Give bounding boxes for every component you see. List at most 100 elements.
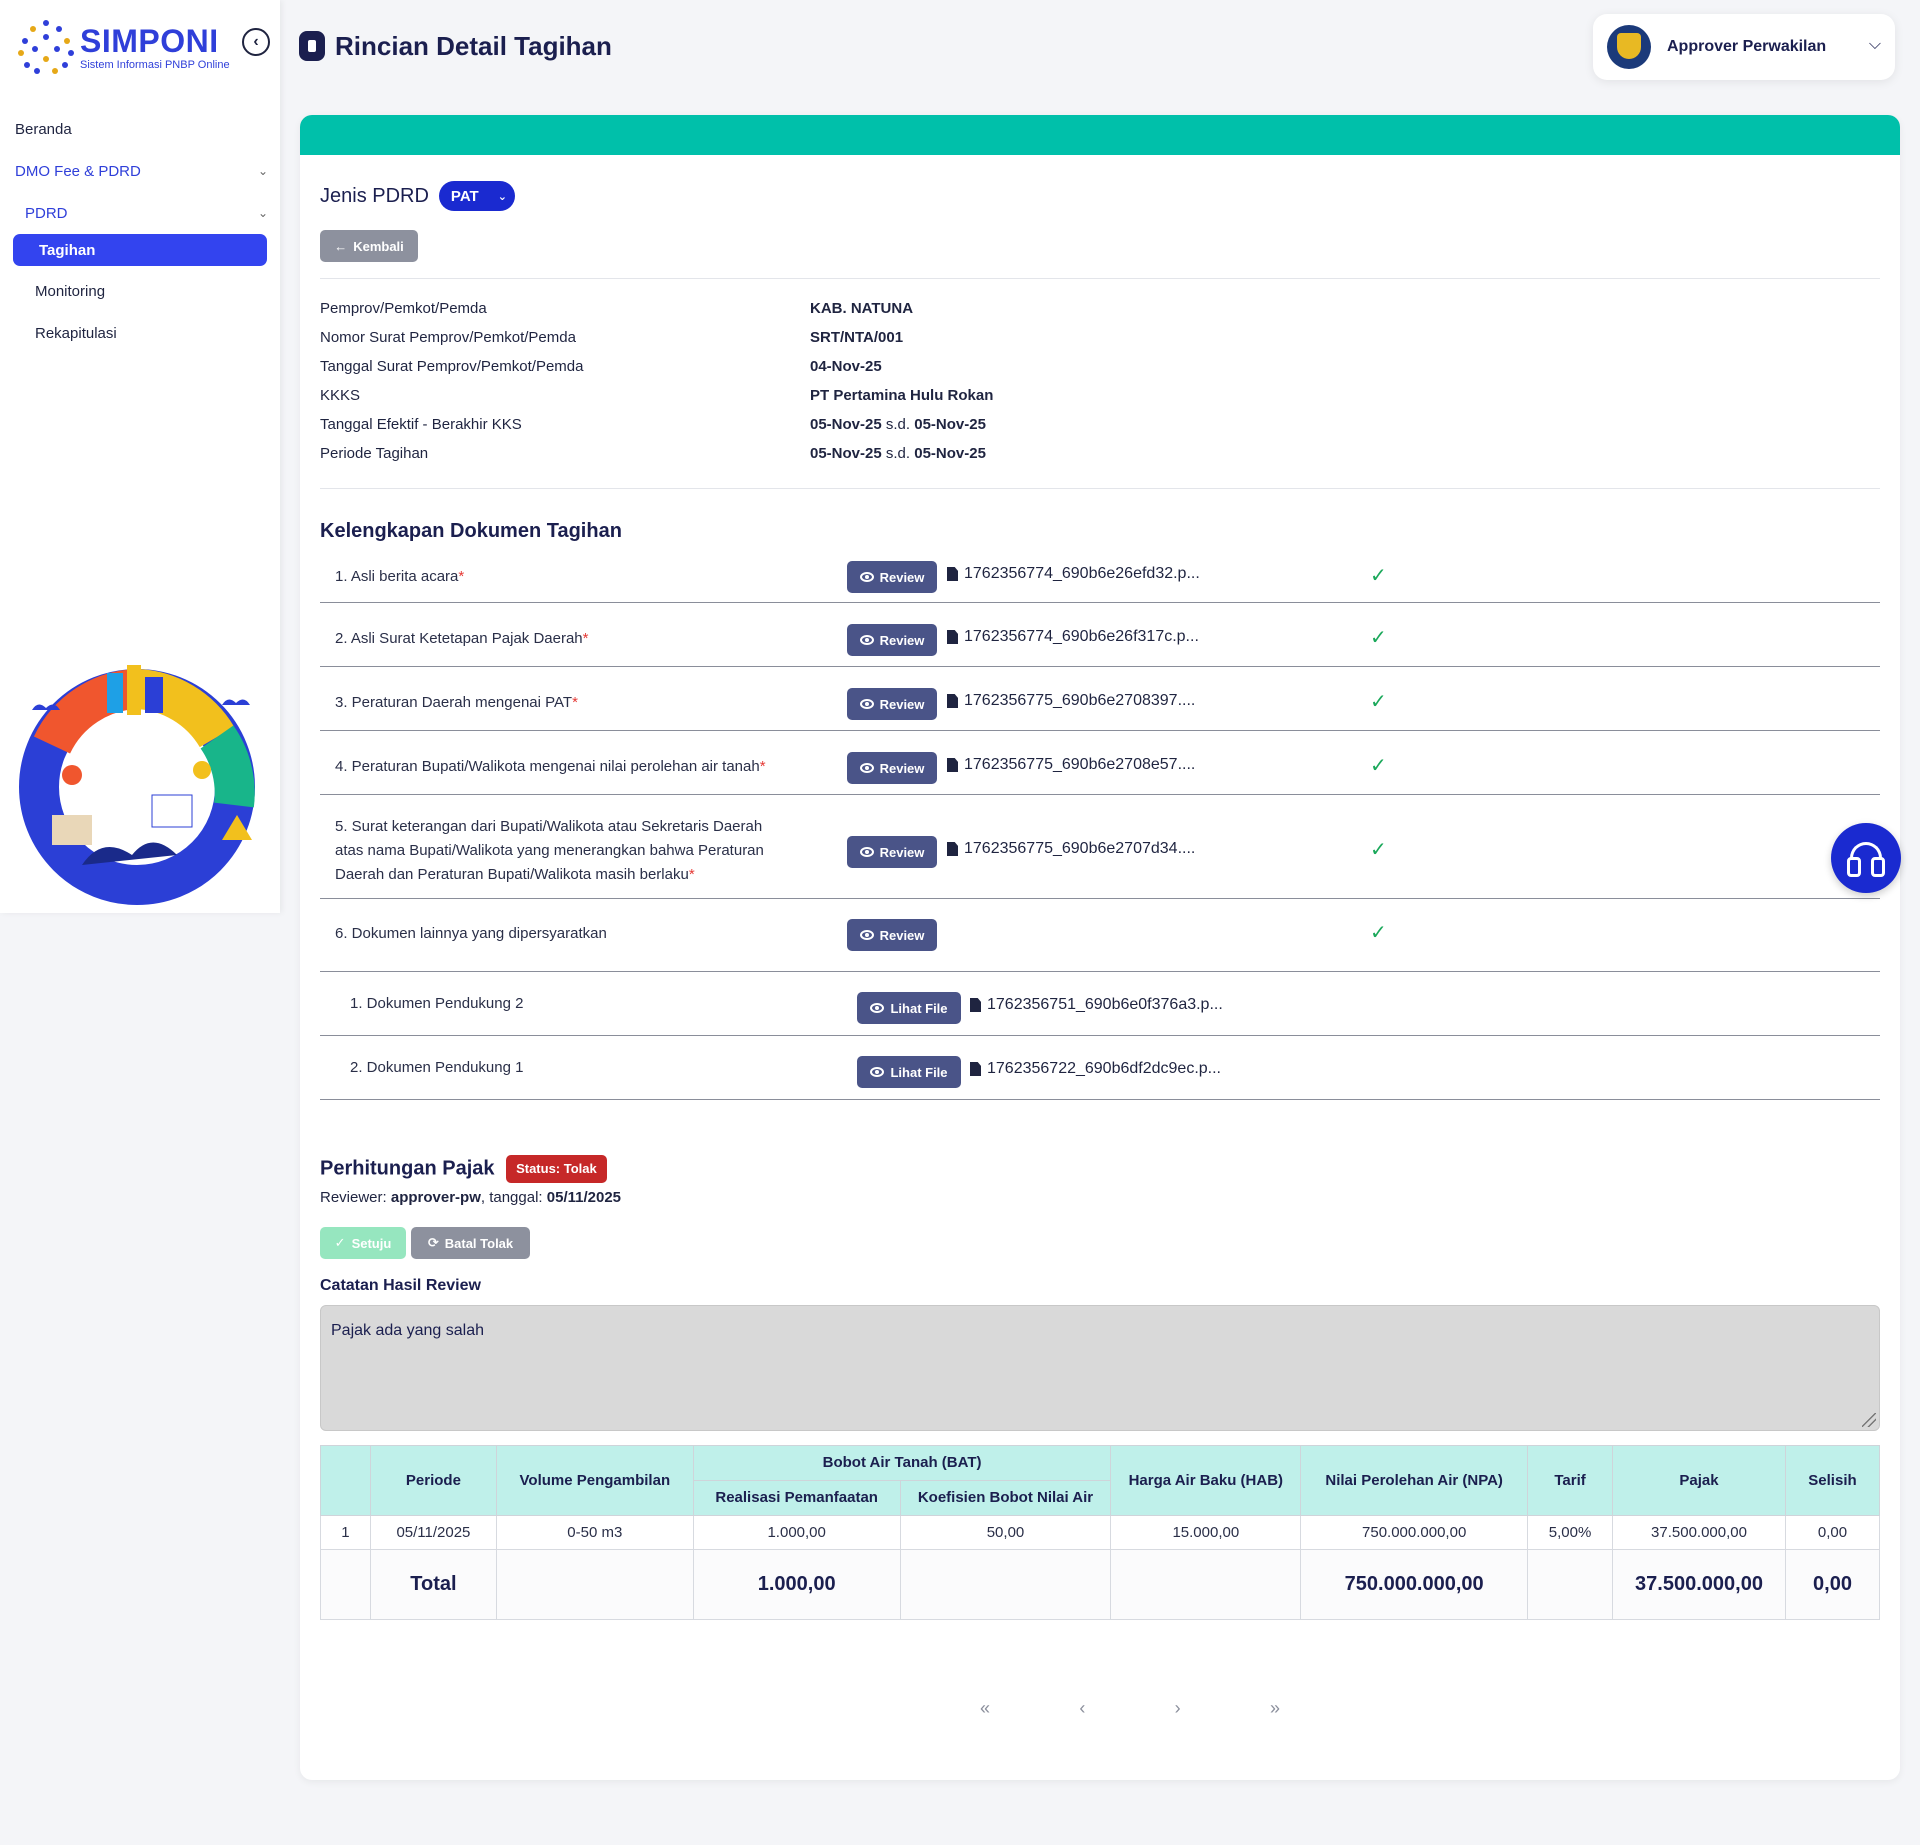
- document-row: 4. Peraturan Bupati/Walikota mengenai ni…: [320, 731, 1880, 795]
- page-header: Rincian Detail Tagihan: [299, 28, 612, 64]
- file-name: 1762356774_690b6e26efd32.p...: [964, 565, 1200, 582]
- sidebar-item-label: DMO Fee & PDRD: [15, 162, 141, 180]
- document-label: 3. Peraturan Daerah mengenai PAT*: [335, 691, 578, 715]
- info-row: Tanggal Surat Pemprov/Pemkot/Pemda 04-Nov…: [320, 358, 1320, 387]
- review-button[interactable]: Review: [847, 919, 937, 951]
- date-to: 05-Nov-25: [914, 416, 986, 433]
- refresh-icon: ⟳: [427, 1235, 439, 1250]
- check-icon: ✓: [1370, 565, 1387, 587]
- review-button-label: Review: [879, 632, 925, 648]
- document-label-line: Daerah dan Peraturan Bupati/Walikota mas…: [335, 866, 689, 883]
- jenis-pdrd-value: PAT: [450, 187, 479, 205]
- eye-icon: [870, 1067, 885, 1077]
- sidebar-item-beranda[interactable]: Beranda: [0, 108, 280, 150]
- column-header-realisasi: Realisasi Pemanfaatan: [692, 1480, 901, 1516]
- simponi-logo-icon: [18, 20, 74, 76]
- file-link[interactable]: 1762356775_690b6e2707d34....: [947, 840, 1195, 858]
- column-header-koefisien: Koefisien Bobot Nilai Air: [899, 1480, 1112, 1516]
- review-notes-label: Catatan Hasil Review: [320, 1277, 481, 1294]
- cell-tarif: 5,00%: [1527, 1515, 1614, 1550]
- chevron-down-icon: ⌄: [497, 190, 507, 203]
- docs-section-title: Kelengkapan Dokumen Tagihan: [320, 520, 622, 542]
- info-row: Periode Tagihan 05-Nov-25 s.d. 05-Nov-25: [320, 445, 1320, 474]
- sidebar-item-dmo-fee-pdrd[interactable]: DMO Fee & PDRD ⌄: [0, 150, 280, 192]
- review-button[interactable]: Review: [847, 688, 937, 720]
- info-value: 05-Nov-25 s.d. 05-Nov-25: [810, 445, 986, 462]
- detail-card: Jenis PDRD PAT ⌄ ← Kembali Pemprov/Pemkot…: [300, 115, 1900, 1780]
- document-label-text: 2. Asli Surat Ketetapan Pajak Daerah: [335, 630, 583, 647]
- info-key: Pemprov/Pemkot/Pemda: [320, 300, 487, 317]
- next-page-button[interactable]: ›: [1175, 1698, 1181, 1719]
- document-label-text: 3. Peraturan Daerah mengenai PAT: [335, 694, 573, 711]
- prev-page-button[interactable]: ‹: [1079, 1698, 1085, 1719]
- back-button[interactable]: ← Kembali: [320, 230, 418, 262]
- total-realisasi: 1.000,00: [692, 1549, 901, 1620]
- file-link[interactable]: 1762356751_690b6e0f376a3.p...: [970, 996, 1223, 1014]
- file-link[interactable]: 1762356774_690b6e26f317c.p...: [947, 628, 1199, 646]
- check-icon: ✓: [1370, 922, 1387, 944]
- review-button[interactable]: Review: [847, 836, 937, 868]
- arrow-left-icon: ←: [334, 238, 348, 254]
- file-icon: [970, 1062, 981, 1076]
- review-button[interactable]: Review: [847, 624, 937, 656]
- total-label: Total: [369, 1549, 497, 1620]
- jenis-pdrd: Jenis PDRD PAT ⌄: [320, 181, 515, 211]
- info-key: Nomor Surat Pemprov/Pemkot/Pemda: [320, 329, 576, 346]
- review-notes-textarea[interactable]: Pajak ada yang salah: [320, 1305, 1880, 1431]
- support-chat-button[interactable]: [1831, 823, 1901, 893]
- info-key: Periode Tagihan: [320, 445, 429, 462]
- sidebar-item-tagihan[interactable]: Tagihan: [13, 234, 267, 266]
- jenis-pdrd-label: Jenis PDRD: [320, 184, 429, 207]
- eye-icon: [859, 635, 874, 645]
- cell-empty: [495, 1549, 694, 1620]
- supporting-document-row: 1. Dokumen Pendukung 2 Lihat File 176235…: [320, 972, 1880, 1036]
- review-button[interactable]: Review: [847, 561, 937, 593]
- document-label-text: 1. Asli berita acara: [335, 568, 459, 585]
- approve-button[interactable]: ✓ Setuju: [320, 1227, 406, 1259]
- resize-handle-icon[interactable]: [1862, 1413, 1876, 1427]
- user-menu[interactable]: Approver Perwakilan ⌵: [1593, 14, 1895, 80]
- page-title: Rincian Detail Tagihan: [335, 30, 612, 61]
- view-file-button[interactable]: Lihat File: [857, 992, 961, 1024]
- check-icon: ✓: [334, 1235, 346, 1250]
- sidebar-item-rekapitulasi[interactable]: Rekapitulasi: [0, 312, 280, 354]
- divider: [320, 278, 1880, 279]
- cell-empty: [320, 1549, 371, 1620]
- check-icon: ✓: [1370, 627, 1387, 649]
- pajak-title: Perhitungan Pajak: [320, 1157, 495, 1180]
- simponi-logo[interactable]: SIMPONI Sistem Informasi PNBP Online: [18, 18, 238, 78]
- info-row: KKKS PT Pertamina Hulu Rokan: [320, 387, 1320, 416]
- review-button[interactable]: Review: [847, 752, 937, 784]
- cancel-reject-button[interactable]: ⟳ Batal Tolak: [411, 1227, 530, 1259]
- document-row: 1. Asli berita acara* Review 1762356774_…: [320, 553, 1880, 603]
- divider: [320, 488, 1880, 489]
- info-row: Tanggal Efektif - Berakhir KKS 05-Nov-25 …: [320, 416, 1320, 445]
- first-page-button[interactable]: «: [980, 1698, 990, 1719]
- document-label: 5. Surat keterangan dari Bupati/Walikota…: [335, 815, 764, 887]
- file-name: 1762356775_690b6e2708397....: [964, 692, 1196, 709]
- required-mark: *: [688, 866, 695, 883]
- sidebar-item-monitoring[interactable]: Monitoring: [0, 270, 280, 312]
- sidebar-item-pdrd[interactable]: PDRD ⌄: [0, 192, 280, 234]
- required-mark: *: [572, 694, 578, 711]
- reviewer-label: Reviewer:: [320, 1189, 387, 1206]
- sidebar-collapse-button[interactable]: ‹: [242, 28, 270, 56]
- document-row: 5. Surat keterangan dari Bupati/Walikota…: [320, 795, 1880, 899]
- jenis-pdrd-select[interactable]: PAT ⌄: [438, 181, 515, 211]
- chevron-left-icon: ‹: [253, 33, 259, 50]
- view-file-button[interactable]: Lihat File: [857, 1056, 961, 1088]
- file-link[interactable]: 1762356722_690b6df2dc9ec.p...: [970, 1060, 1221, 1078]
- card-header-band: [300, 115, 1900, 155]
- file-link[interactable]: 1762356774_690b6e26efd32.p...: [947, 565, 1200, 583]
- file-name: 1762356775_690b6e2708e57....: [964, 756, 1196, 773]
- file-link[interactable]: 1762356775_690b6e2708e57....: [947, 756, 1195, 774]
- required-mark: *: [759, 758, 766, 775]
- last-page-button[interactable]: »: [1270, 1698, 1280, 1719]
- eye-icon: [859, 847, 874, 857]
- file-link[interactable]: 1762356775_690b6e2708397....: [947, 692, 1195, 710]
- eye-icon: [859, 930, 874, 940]
- cell-hab: 15.000,00: [1110, 1515, 1302, 1550]
- column-header-bat: Bobot Air Tanah (BAT): [692, 1445, 1112, 1481]
- document-label: 2. Asli Surat Ketetapan Pajak Daerah*: [335, 627, 589, 651]
- check-icon: ✓: [1370, 755, 1387, 777]
